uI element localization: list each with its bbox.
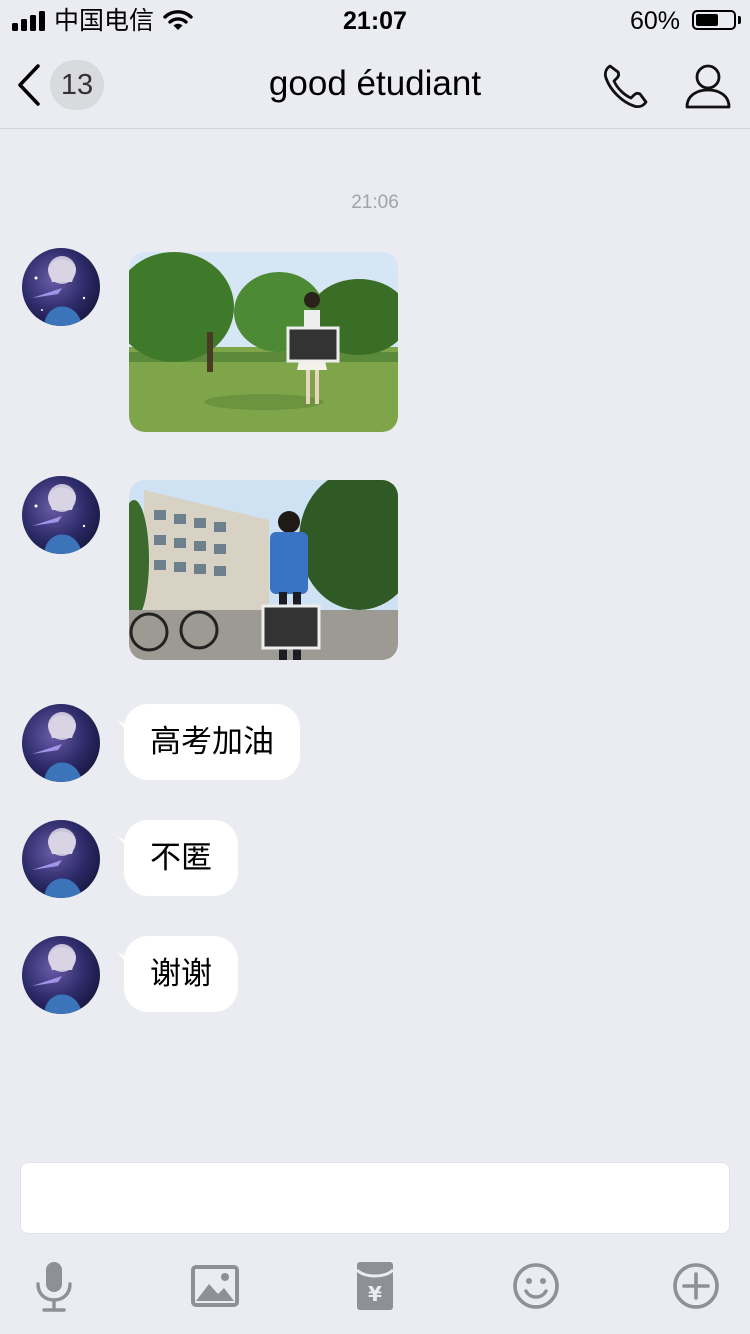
emoji-icon[interactable]	[508, 1258, 564, 1314]
photo-message[interactable]	[129, 252, 398, 432]
plus-circle-icon[interactable]	[668, 1258, 724, 1314]
avatar[interactable]	[22, 820, 100, 898]
photo-message[interactable]	[129, 480, 398, 660]
anime-avatar-icon	[22, 248, 100, 326]
battery-tip	[738, 16, 741, 24]
chat-title: good étudiant	[268, 64, 482, 103]
chevron-left-icon[interactable]	[14, 62, 44, 108]
status-bar: 中国电信 21:07 60%	[0, 0, 750, 42]
anime-avatar-icon	[22, 704, 100, 782]
photo-boy-holding-chalkboard	[129, 480, 398, 660]
microphone-icon[interactable]	[26, 1258, 82, 1314]
avatar[interactable]	[22, 704, 100, 782]
image-icon[interactable]	[187, 1258, 243, 1314]
chat-header: 13 good étudiant	[0, 42, 750, 129]
red-packet-icon[interactable]: ¥	[347, 1258, 403, 1314]
text-message-bubble[interactable]: 不匿	[124, 820, 238, 896]
message-timestamp: 21:06	[351, 192, 399, 213]
text-message-bubble[interactable]: 谢谢	[124, 936, 238, 1012]
text-message-bubble[interactable]: 高考加油	[124, 704, 300, 780]
anime-avatar-icon	[22, 476, 100, 554]
battery-icon	[692, 10, 736, 30]
avatar[interactable]	[22, 248, 100, 326]
avatar[interactable]	[22, 936, 100, 1014]
battery-percent: 60%	[629, 7, 680, 35]
svg-text:¥: ¥	[368, 1282, 382, 1306]
anime-avatar-icon	[22, 936, 100, 1014]
anime-avatar-icon	[22, 820, 100, 898]
person-icon[interactable]	[682, 60, 734, 112]
photo-girl-holding-chalkboard	[129, 252, 398, 432]
unread-count-badge[interactable]: 13	[50, 60, 104, 110]
phone-icon[interactable]	[600, 60, 652, 112]
avatar[interactable]	[22, 476, 100, 554]
message-input[interactable]	[20, 1162, 730, 1234]
